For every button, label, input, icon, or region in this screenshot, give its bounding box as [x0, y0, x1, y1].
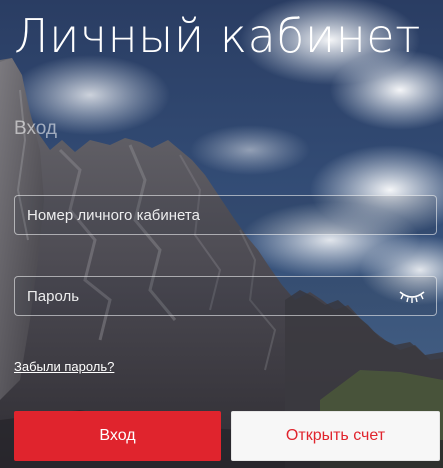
- page-title: Личный кабинет: [14, 9, 421, 63]
- open-account-button[interactable]: Открыть счет: [231, 411, 440, 461]
- login-subtitle: Вход: [14, 118, 57, 139]
- eye-closed-icon[interactable]: [398, 286, 426, 306]
- login-button[interactable]: Вход: [14, 411, 221, 461]
- account-number-input[interactable]: [14, 195, 437, 235]
- forgot-password-link[interactable]: Забыли пароль?: [14, 359, 114, 374]
- password-input[interactable]: [14, 276, 437, 316]
